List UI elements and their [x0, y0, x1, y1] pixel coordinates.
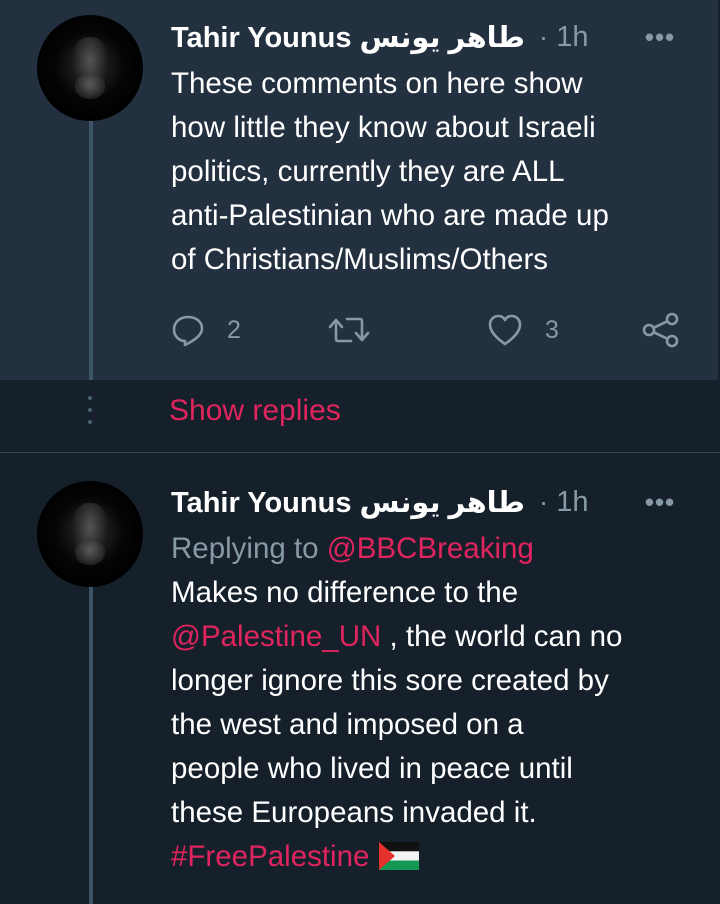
tweet-text-line: these Europeans invaded it. [171, 796, 537, 829]
tweet-text-line: people who lived in peace until [171, 752, 573, 785]
tweet-text-line: how little they know about Israeli [171, 111, 596, 144]
tweet-header: Tahir Younus طاهر يونس · 1h [171, 17, 588, 57]
reply-icon [172, 315, 204, 347]
thread-line [89, 573, 93, 904]
tweet-2[interactable]: Tahir Younus طاهر يونس · 1h ••• Replying… [0, 453, 720, 904]
mention-link[interactable]: @BBCBreaking [327, 532, 534, 565]
tweet-text-line: Makes no difference to the [171, 576, 519, 609]
thread-line [89, 120, 93, 380]
timestamp[interactable]: 1h [556, 21, 588, 54]
separator-dot: · [538, 21, 549, 52]
tweet-text-line: the west and imposed on a [171, 708, 524, 741]
tweet-text-line: longer ignore this sore created by [171, 664, 609, 697]
show-replies-link[interactable]: Show replies [169, 394, 341, 428]
tweet-text-line: anti-Palestinian who are made up [171, 199, 609, 232]
share-icon [642, 312, 679, 348]
show-replies-row[interactable]: Show replies [0, 380, 720, 452]
avatar[interactable] [37, 15, 143, 121]
heart-icon [488, 314, 522, 346]
retweet-icon [328, 317, 370, 343]
more-options-icon[interactable]: ••• [640, 22, 680, 53]
tweet-actions: 2 3 [171, 308, 691, 352]
tweet-text: These comments on here show how little t… [171, 62, 706, 282]
tweet-text-line: @Palestine_UN , the world can no [171, 615, 706, 659]
author-name[interactable]: Tahir Younus طاهر يونس [171, 20, 525, 55]
tweet-text-line: politics, currently they are ALL [171, 155, 565, 188]
replying-to-prefix: Replying to [171, 532, 327, 565]
tweet-text-line: These comments on here show [171, 67, 583, 100]
tweet-text-line: of Christians/Muslims/Others [171, 243, 549, 276]
palestine-flag-icon [379, 842, 420, 871]
hashtag-link[interactable]: #FreePalestine [171, 840, 369, 873]
mention-link[interactable]: @Palestine_UN [171, 620, 381, 653]
more-options-icon[interactable]: ••• [640, 487, 680, 518]
tweet-text-line: #FreePalestine [171, 835, 706, 879]
avatar[interactable] [37, 481, 143, 587]
tweet-header: Tahir Younus طاهر يونس · 1h [171, 482, 588, 522]
tweet-text-fragment: , the world can no [381, 620, 623, 653]
share-button[interactable] [641, 308, 681, 352]
thread-continuation-dots [87, 396, 93, 432]
timestamp[interactable]: 1h [556, 486, 588, 519]
reply-button[interactable]: 2 [171, 308, 241, 352]
author-name[interactable]: Tahir Younus طاهر يونس [171, 485, 525, 520]
separator-dot: · [538, 486, 549, 517]
reply-count: 2 [227, 315, 241, 344]
like-button[interactable]: 3 [487, 308, 559, 352]
tweet-1[interactable]: Tahir Younus طاهر يونس · 1h ••• These co… [0, 0, 718, 380]
retweet-button[interactable] [327, 308, 371, 352]
replying-to: Replying to @BBCBreaking [171, 527, 706, 571]
tweet-text: Replying to @BBCBreaking Makes no differ… [171, 527, 706, 879]
like-count: 3 [545, 315, 559, 344]
